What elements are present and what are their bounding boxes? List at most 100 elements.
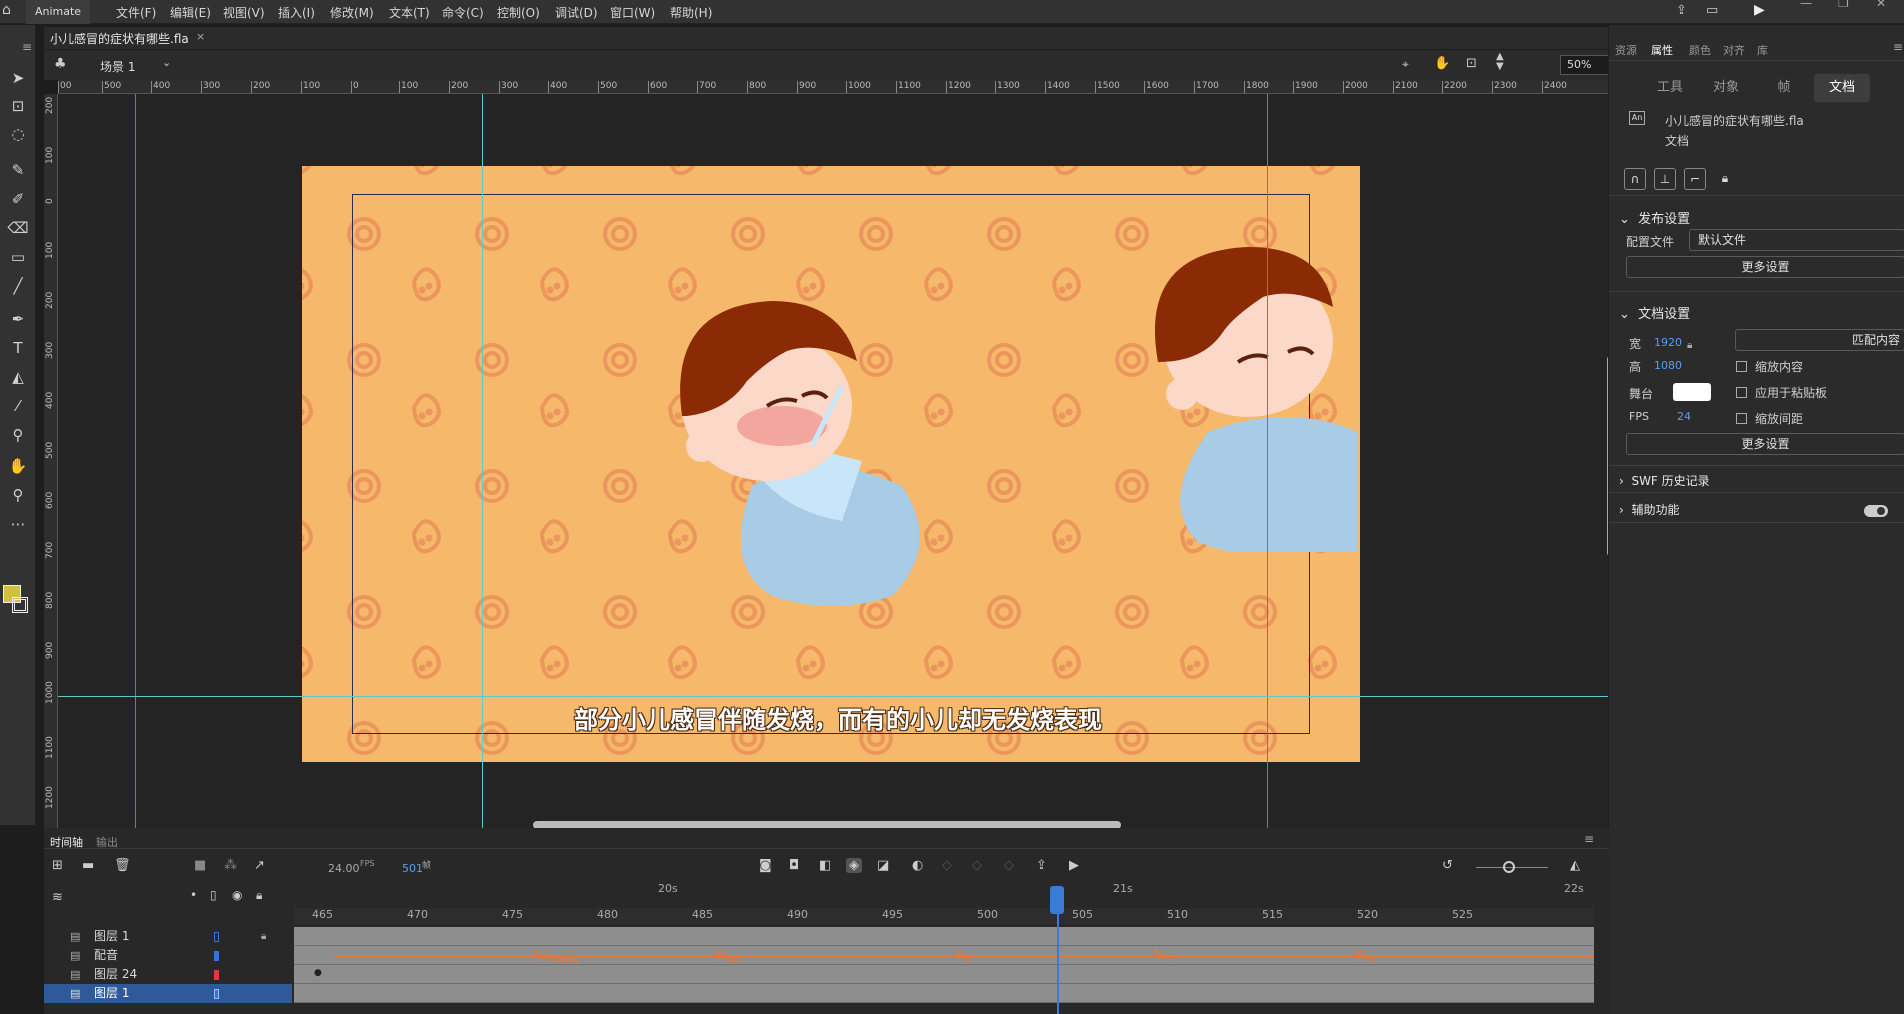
free-transform-icon[interactable]: ⊡ — [6, 95, 30, 117]
new-folder-icon[interactable]: ▬ — [82, 858, 94, 873]
new-layer-icon[interactable]: ⊞ — [52, 858, 63, 873]
menu-debug[interactable]: 调试(D) — [555, 4, 598, 21]
layer-lock-icon[interactable]: 🔒︎ — [261, 927, 266, 946]
layer-row[interactable]: ▤ 配音 — [44, 946, 292, 965]
lock-icon[interactable]: 🔒︎ — [1714, 168, 1736, 190]
match-content-button[interactable]: 匹配内容 — [1735, 329, 1904, 351]
scene-name[interactable]: 场景 1 — [100, 58, 135, 75]
publish-more-settings-button[interactable]: 更多设置 — [1626, 256, 1904, 278]
document-tab[interactable]: 小儿感冒的症状有哪些.fla — [50, 30, 189, 47]
fit-frames-icon[interactable]: ◭ — [1570, 858, 1580, 873]
rotate-stage-icon[interactable]: ✋ — [1434, 56, 1450, 71]
layer-frames[interactable] — [294, 927, 1594, 946]
scene-dropdown-icon[interactable]: ⌄ — [162, 56, 171, 69]
zoom-icon[interactable]: ⚲ — [6, 484, 30, 506]
subtab-tool[interactable]: 工具 — [1647, 74, 1693, 102]
step-forward-icon[interactable]: ◧ — [819, 858, 831, 873]
menu-help[interactable]: 帮助(H) — [670, 4, 712, 21]
scale-spacing-checkbox[interactable] — [1736, 413, 1747, 424]
guide-line[interactable] — [135, 94, 136, 829]
height-value[interactable]: 1080 — [1654, 359, 1682, 372]
subtab-frame[interactable]: 帧 — [1761, 74, 1807, 102]
outline-icon[interactable]: ▯ — [210, 888, 217, 902]
accessibility-header[interactable]: › 辅助功能 — [1619, 501, 1679, 518]
more-tools-icon[interactable]: ⋯ — [6, 513, 30, 535]
hand-icon[interactable]: ✋ — [6, 455, 30, 477]
restore-icon[interactable]: ❐ — [1838, 0, 1849, 10]
play-timeline-icon[interactable]: ▶ — [1069, 858, 1079, 873]
layer-frames[interactable]: ● — [294, 965, 1594, 984]
tween-icon[interactable]: ◇ — [942, 858, 952, 873]
rectangle-icon[interactable]: ▭ — [6, 246, 30, 268]
menu-edit[interactable]: 编辑(E) — [170, 4, 211, 21]
eraser-icon[interactable]: ⌫ — [6, 217, 30, 239]
guide-line[interactable] — [1267, 94, 1268, 829]
tab-align[interactable]: 对齐 — [1723, 42, 1745, 58]
tab-library[interactable]: 库 — [1757, 42, 1768, 58]
swf-history-header[interactable]: › SWF 历史记录 — [1619, 472, 1710, 489]
paint-bucket-icon[interactable]: ◭ — [6, 366, 30, 388]
step-back-icon[interactable]: ◘ — [789, 858, 799, 873]
layer-frames[interactable] — [294, 984, 1594, 1003]
lasso-icon[interactable]: ◌ — [6, 123, 30, 145]
tab-properties[interactable]: 属性 — [1651, 42, 1673, 58]
play-icon[interactable]: ▶ — [1754, 2, 1765, 18]
paint-brush-icon[interactable]: ✎ — [6, 159, 30, 181]
menu-file[interactable]: 文件(F) — [116, 4, 156, 21]
layer-row[interactable]: ▤ 图层 24 — [44, 965, 292, 984]
fps-value[interactable]: 24 — [1677, 410, 1691, 423]
tab-assets[interactable]: 资源 — [1615, 42, 1637, 58]
layer-outline-color[interactable] — [214, 951, 219, 961]
audio-waveform-frames[interactable] — [294, 946, 1594, 965]
snap-magnet-icon[interactable]: ∩ — [1624, 168, 1646, 190]
layer-name[interactable]: 图层 1 — [94, 927, 129, 946]
highlight-icon[interactable]: • — [190, 888, 197, 902]
zoom-stepper-icon[interactable]: ▲ ▼ — [1496, 52, 1504, 72]
share-icon[interactable]: ⇪ — [1676, 3, 1687, 18]
stage[interactable]: 部分小儿感冒伴随发烧，而有的小儿却无发烧表现 — [302, 166, 1360, 762]
menu-text[interactable]: 文本(T) — [389, 4, 430, 21]
layer-name[interactable]: 图层 1 — [94, 984, 129, 1003]
fps-readout[interactable]: 24.00 — [328, 862, 360, 875]
width-value[interactable]: 1920 — [1654, 336, 1682, 349]
stroke-color-swatch[interactable] — [12, 597, 28, 613]
layer-row-selected[interactable]: ▤ 图层 1 — [44, 984, 292, 1003]
menu-command[interactable]: 命令(C) — [442, 4, 484, 21]
camera-icon[interactable]: ■ — [194, 858, 206, 873]
close-tab-icon[interactable]: × — [196, 30, 205, 43]
doc-more-settings-button[interactable]: 更多设置 — [1626, 433, 1904, 455]
guide-line[interactable] — [482, 94, 483, 829]
playhead[interactable] — [1057, 888, 1059, 1014]
selection-tool-icon[interactable]: ➤ — [6, 67, 30, 89]
menu-control[interactable]: 控制(O) — [497, 4, 540, 21]
center-frame-icon[interactable]: ↺ — [1442, 858, 1453, 873]
menu-window[interactable]: 窗口(W) — [610, 4, 655, 21]
tween3-icon[interactable]: ◇ — [1004, 858, 1014, 873]
eyedropper-icon[interactable]: ⁄ — [6, 395, 30, 417]
subtab-document[interactable]: 文档 — [1814, 74, 1870, 102]
menu-insert[interactable]: 插入(I) — [278, 4, 315, 21]
sick-child-illustration[interactable] — [662, 266, 962, 606]
brush-icon[interactable]: ✐ — [6, 188, 30, 210]
panel-icon[interactable]: ▭ — [1706, 3, 1718, 18]
timeline-menu-icon[interactable]: ≡ — [1584, 832, 1594, 846]
layer-outline-color[interactable] — [214, 989, 219, 999]
line-icon[interactable]: ╱ — [6, 275, 30, 297]
apply-pasteboard-checkbox[interactable] — [1736, 387, 1747, 398]
canvas-pasteboard[interactable]: 部分小儿感冒伴随发烧，而有的小儿却无发烧表现 — [58, 94, 1614, 829]
delete-layer-icon[interactable]: 🗑︎ — [114, 858, 131, 873]
minimize-icon[interactable]: — — [1800, 0, 1812, 10]
zoom-slider-thumb[interactable] — [1503, 861, 1515, 873]
link-dimensions-icon[interactable]: 🔒︎ — [1687, 340, 1692, 351]
first-frame-icon[interactable]: ◙ — [759, 858, 772, 873]
stage-color-swatch[interactable] — [1673, 383, 1711, 401]
layer-outline-color[interactable] — [214, 970, 219, 980]
frame-icon[interactable]: ⌐ — [1684, 168, 1706, 190]
accessibility-toggle[interactable] — [1864, 505, 1888, 517]
panel-menu-icon[interactable]: ≡ — [1893, 40, 1903, 54]
sick-child-illustration-copy[interactable] — [1138, 232, 1360, 552]
insert-keyframe-icon[interactable]: ◈ — [846, 858, 862, 873]
loop-icon[interactable]: ⇪ — [1036, 858, 1047, 873]
current-frame[interactable]: 501 — [402, 862, 423, 875]
layer-name[interactable]: 图层 24 — [94, 965, 137, 984]
